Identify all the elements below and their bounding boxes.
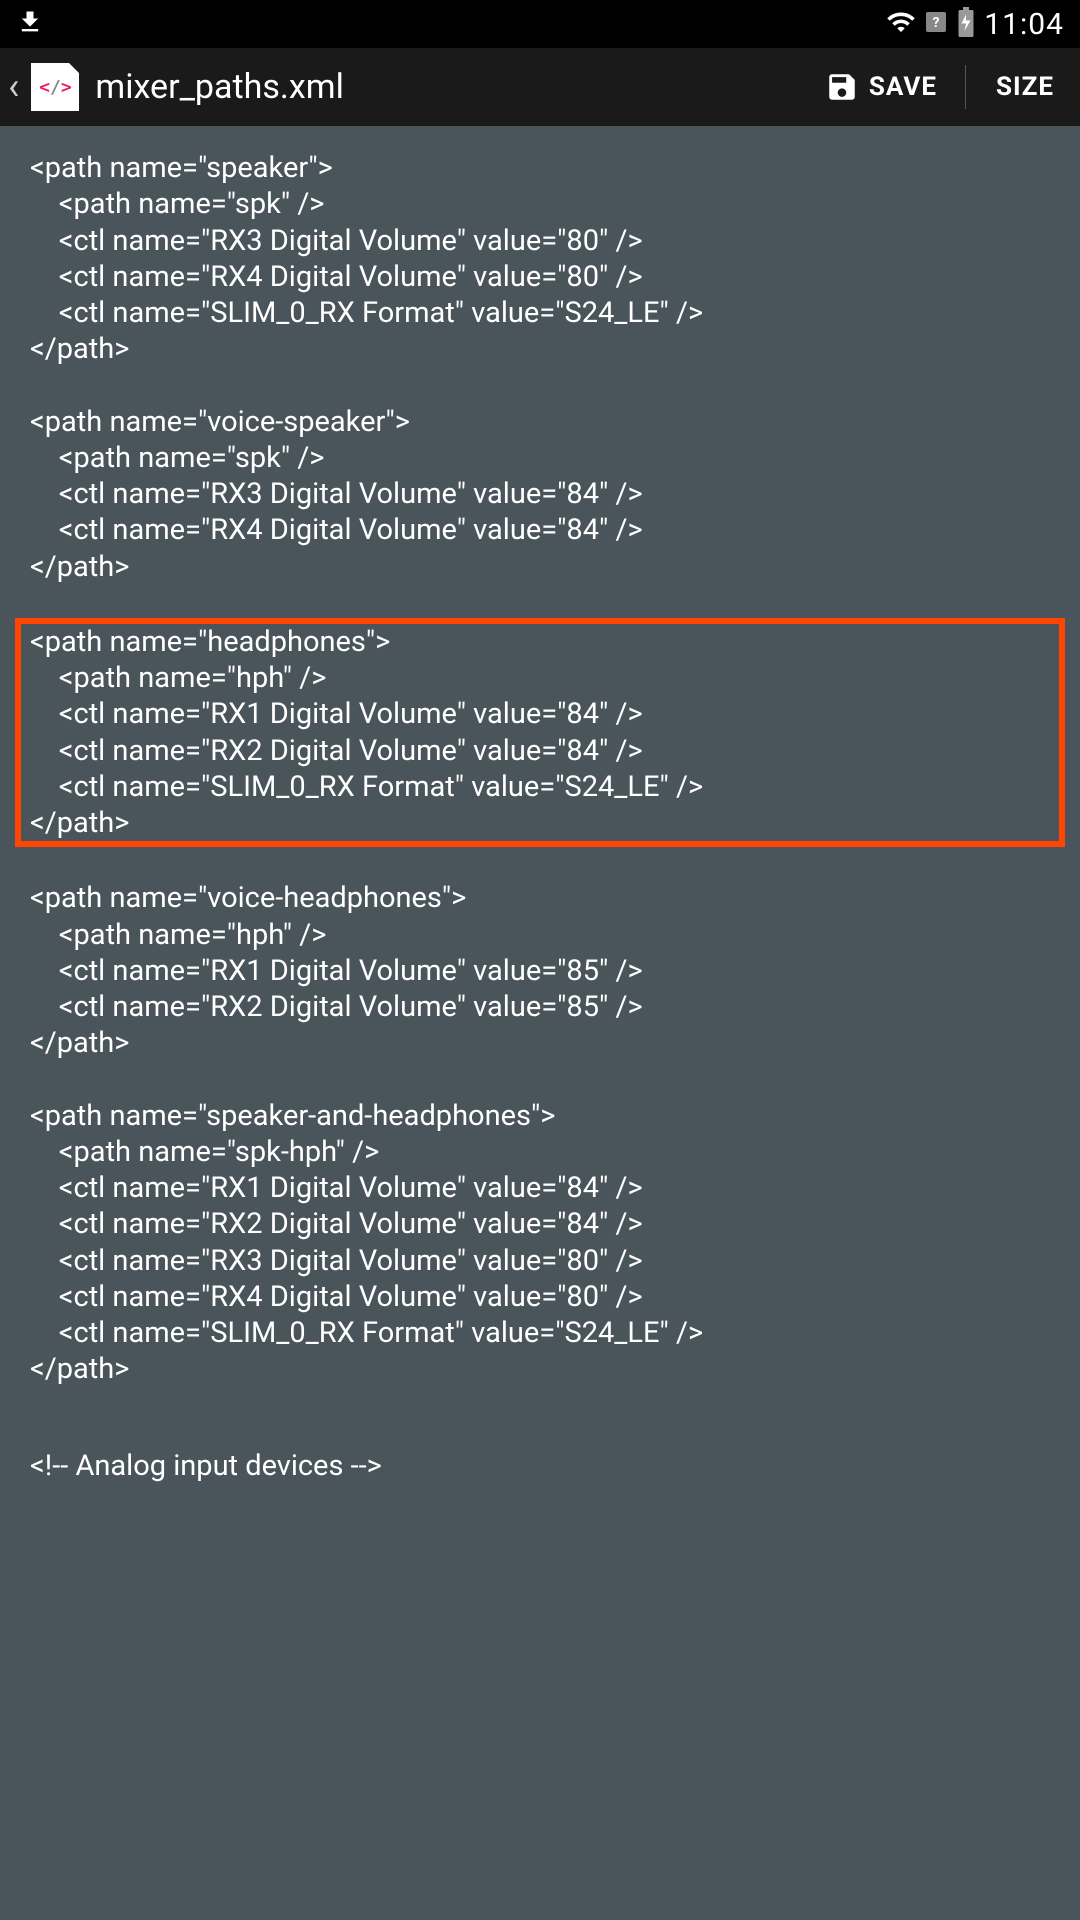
- code-editor[interactable]: <path name="speaker"> <path name="spk" /…: [0, 126, 1080, 1920]
- status-right: ? 11:04: [886, 7, 1064, 42]
- battery-icon: [956, 7, 976, 41]
- wifi-icon: [886, 7, 916, 41]
- code-block[interactable]: <path name="speaker"> <path name="spk" /…: [30, 150, 1050, 368]
- download-icon: [16, 8, 44, 40]
- code-block[interactable]: <path name="voice-speaker"> <path name="…: [30, 404, 1050, 585]
- svg-text:?: ?: [933, 15, 940, 31]
- save-button[interactable]: SAVE: [807, 70, 955, 104]
- signal-icon: ?: [924, 8, 948, 40]
- code-block[interactable]: <path name="voice-headphones"> <path nam…: [30, 880, 1050, 1061]
- code-comment: <!-- Analog input devices -->: [30, 1448, 1050, 1484]
- size-button[interactable]: SIZE: [976, 72, 1074, 102]
- save-label: SAVE: [869, 72, 937, 102]
- floppy-icon: [825, 70, 859, 104]
- file-title: mixer_paths.xml: [95, 67, 796, 107]
- action-divider: [965, 65, 966, 109]
- app-bar: ‹ </> mixer_paths.xml SAVE SIZE: [0, 48, 1080, 126]
- status-bar: ? 11:04: [0, 0, 1080, 48]
- code-block[interactable]: <path name="speaker-and-headphones"> <pa…: [30, 1098, 1050, 1388]
- code-block-highlighted[interactable]: <path name="headphones"> <path name="hph…: [18, 621, 1062, 845]
- file-type-icon: </>: [31, 63, 79, 111]
- status-time: 11:04: [984, 7, 1064, 42]
- status-left: [16, 8, 44, 40]
- back-button[interactable]: ‹: [6, 65, 21, 109]
